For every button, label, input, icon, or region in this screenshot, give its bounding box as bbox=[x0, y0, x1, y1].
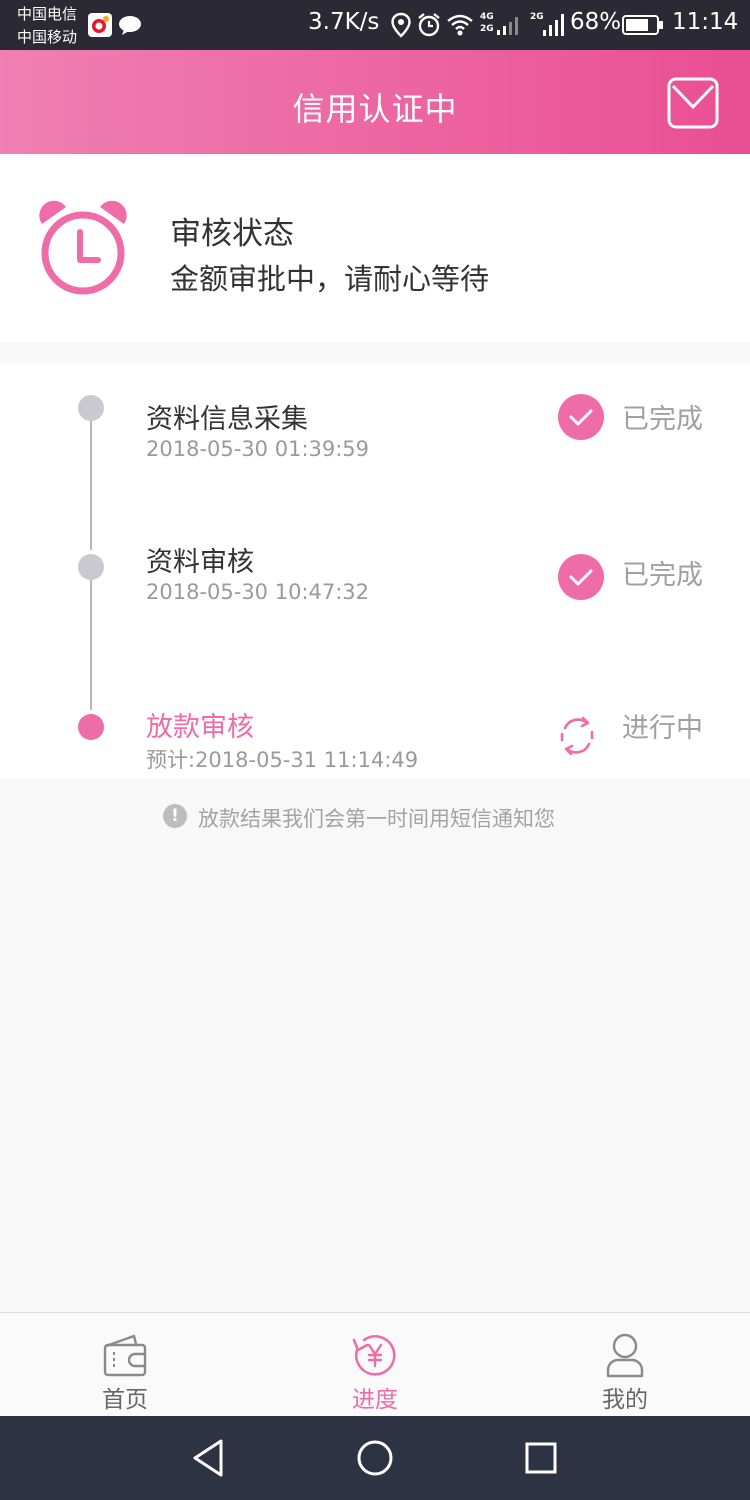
recent-apps-icon[interactable] bbox=[519, 1436, 563, 1480]
check-circle-icon bbox=[558, 394, 604, 440]
info-icon: ! bbox=[163, 804, 187, 828]
carrier-1: 中国电信 bbox=[17, 5, 78, 23]
net-type-bottom: 2G bbox=[480, 24, 494, 34]
back-icon[interactable] bbox=[187, 1436, 231, 1480]
net-type-top: 4G bbox=[480, 12, 494, 22]
clock: 11:14 bbox=[672, 9, 739, 35]
tab-mine[interactable]: 我的 bbox=[500, 1312, 750, 1416]
timeline-connector bbox=[90, 580, 92, 710]
tab-label: 我的 bbox=[602, 1387, 648, 1413]
step-status: 进行中 bbox=[622, 713, 703, 744]
tab-home[interactable]: 首页 bbox=[0, 1312, 250, 1416]
network-speed: 3.7K/s bbox=[308, 9, 380, 35]
message-icon bbox=[119, 16, 141, 35]
step-title: 资料审核 bbox=[146, 547, 254, 578]
step-title-active: 放款审核 bbox=[146, 712, 254, 743]
timeline-dot-done bbox=[78, 554, 104, 580]
user-icon bbox=[606, 1333, 644, 1378]
signal-icon-2 bbox=[543, 14, 564, 36]
review-status-title: 审核状态 bbox=[170, 216, 294, 252]
progress-yen-icon bbox=[352, 1335, 396, 1376]
step-status: 已完成 bbox=[622, 560, 703, 591]
battery-icon bbox=[622, 15, 663, 35]
alarm-clock-icon bbox=[39, 200, 127, 295]
battery-percent: 68% bbox=[570, 9, 622, 35]
mail-icon[interactable] bbox=[667, 77, 719, 129]
timeline-connector bbox=[90, 420, 92, 550]
weibo-icon bbox=[88, 13, 112, 37]
signal-icon-1 bbox=[497, 17, 518, 35]
step-time: 2018-05-30 10:47:32 bbox=[146, 580, 370, 604]
location-icon bbox=[391, 12, 411, 38]
carrier-2: 中国移动 bbox=[17, 28, 78, 46]
wallet-icon bbox=[103, 1334, 147, 1377]
check-circle-icon bbox=[558, 554, 604, 600]
home-circle-icon[interactable] bbox=[353, 1436, 397, 1480]
wifi-icon bbox=[447, 14, 473, 36]
sms-notice-text: 放款结果我们会第一时间用短信通知您 bbox=[198, 807, 555, 831]
step-time: 2018-05-30 01:39:59 bbox=[146, 437, 370, 461]
step-time: 预计:2018-05-31 11:14:49 bbox=[146, 748, 419, 772]
refresh-icon bbox=[560, 716, 594, 756]
tab-progress[interactable]: 进度 bbox=[250, 1312, 500, 1416]
tab-label: 首页 bbox=[102, 1387, 148, 1413]
timeline-dot-active bbox=[78, 714, 104, 740]
page-title: 信用认证中 bbox=[292, 90, 458, 128]
review-status-description: 金额审批中，请耐心等待 bbox=[170, 262, 490, 296]
step-title: 资料信息采集 bbox=[146, 404, 308, 435]
timeline-dot-done bbox=[78, 395, 104, 421]
alarm-status-icon bbox=[418, 13, 440, 37]
tab-label: 进度 bbox=[352, 1387, 398, 1413]
step-status: 已完成 bbox=[622, 404, 703, 435]
